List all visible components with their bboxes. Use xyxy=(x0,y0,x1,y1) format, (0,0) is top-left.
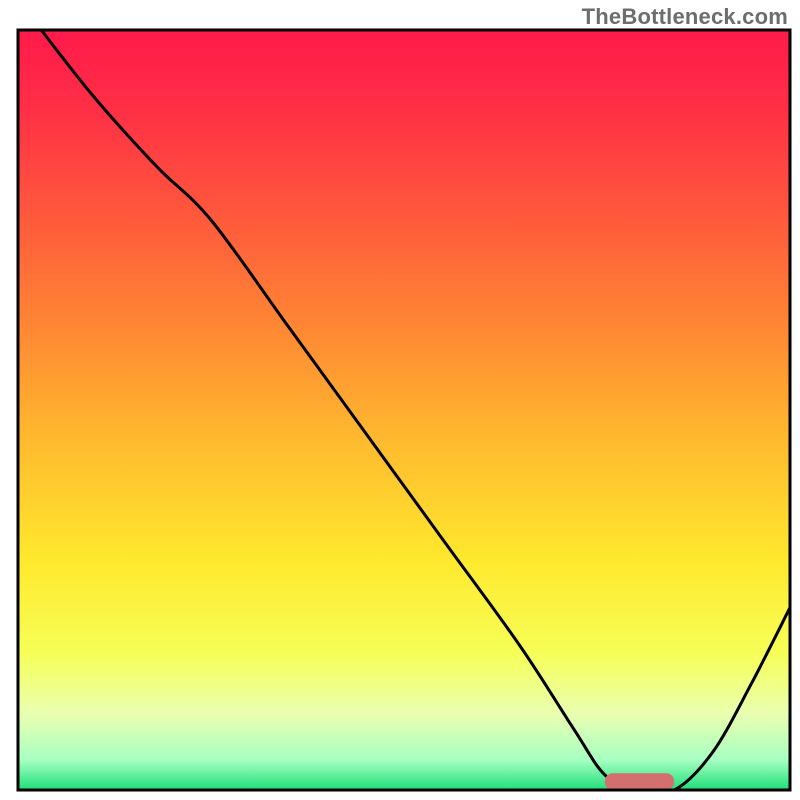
chart-container: TheBottleneck.com xyxy=(0,0,800,800)
bottleneck-marker xyxy=(605,773,674,790)
bottleneck-chart xyxy=(0,0,800,800)
watermark-text: TheBottleneck.com xyxy=(582,4,788,30)
